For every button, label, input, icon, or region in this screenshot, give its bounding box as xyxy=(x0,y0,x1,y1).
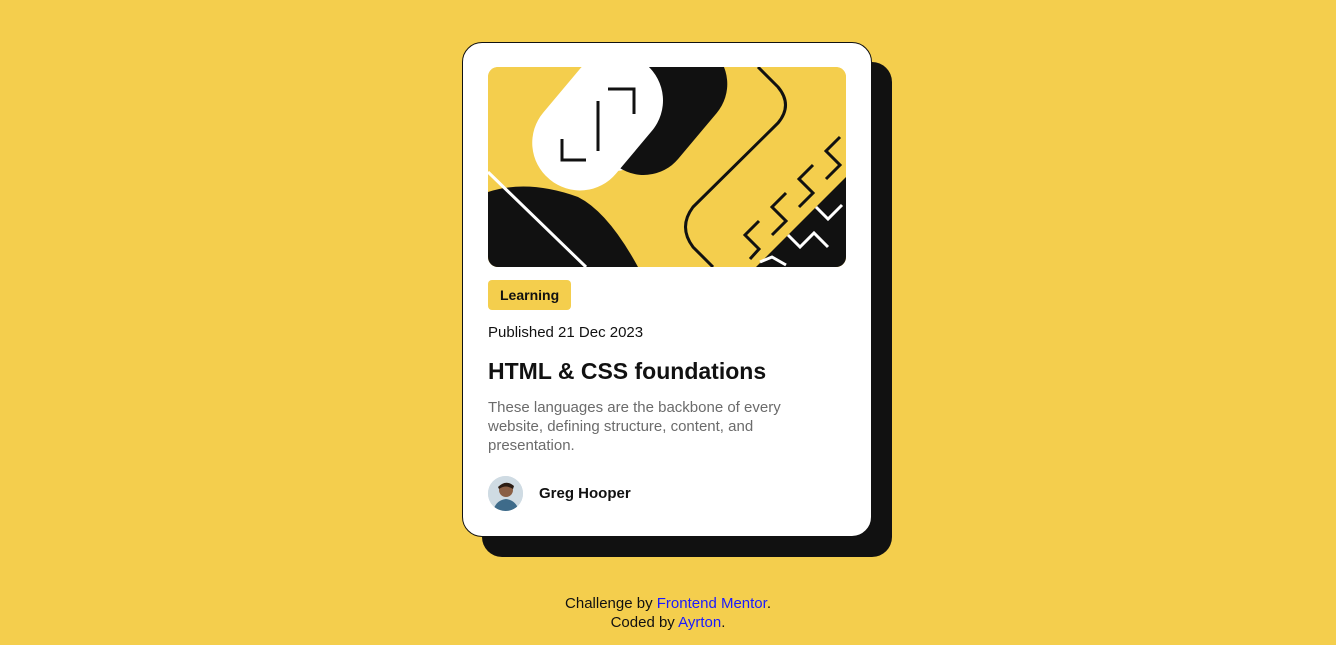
blog-preview-card: Learning Published 21 Dec 2023 HTML & CS… xyxy=(462,42,872,537)
attribution-line-challenge: Challenge by Frontend Mentor. xyxy=(0,594,1336,613)
author-name: Greg Hooper xyxy=(539,485,631,502)
attribution-challenge-suffix: . xyxy=(766,595,771,612)
attribution: Challenge by Frontend Mentor. Coded by A… xyxy=(0,594,1336,632)
attribution-line-coded: Coded by Ayrton. xyxy=(0,613,1336,632)
avatar xyxy=(488,476,523,511)
hero-illustration xyxy=(488,67,846,267)
attribution-coded-prefix: Coded by xyxy=(610,614,679,631)
published-date: Published 21 Dec 2023 xyxy=(488,324,644,341)
attribution-coded-suffix: . xyxy=(721,614,726,631)
category-tag: Learning xyxy=(488,280,572,310)
author: Greg Hooper xyxy=(488,476,846,511)
frontend-mentor-link[interactable]: Frontend Mentor xyxy=(657,595,767,612)
article-title[interactable]: HTML & CSS foundations xyxy=(488,357,846,385)
attribution-challenge-prefix: Challenge by xyxy=(565,595,657,612)
article-description: These languages are the backbone of ever… xyxy=(488,399,781,454)
author-link[interactable]: Ayrton xyxy=(678,614,721,631)
